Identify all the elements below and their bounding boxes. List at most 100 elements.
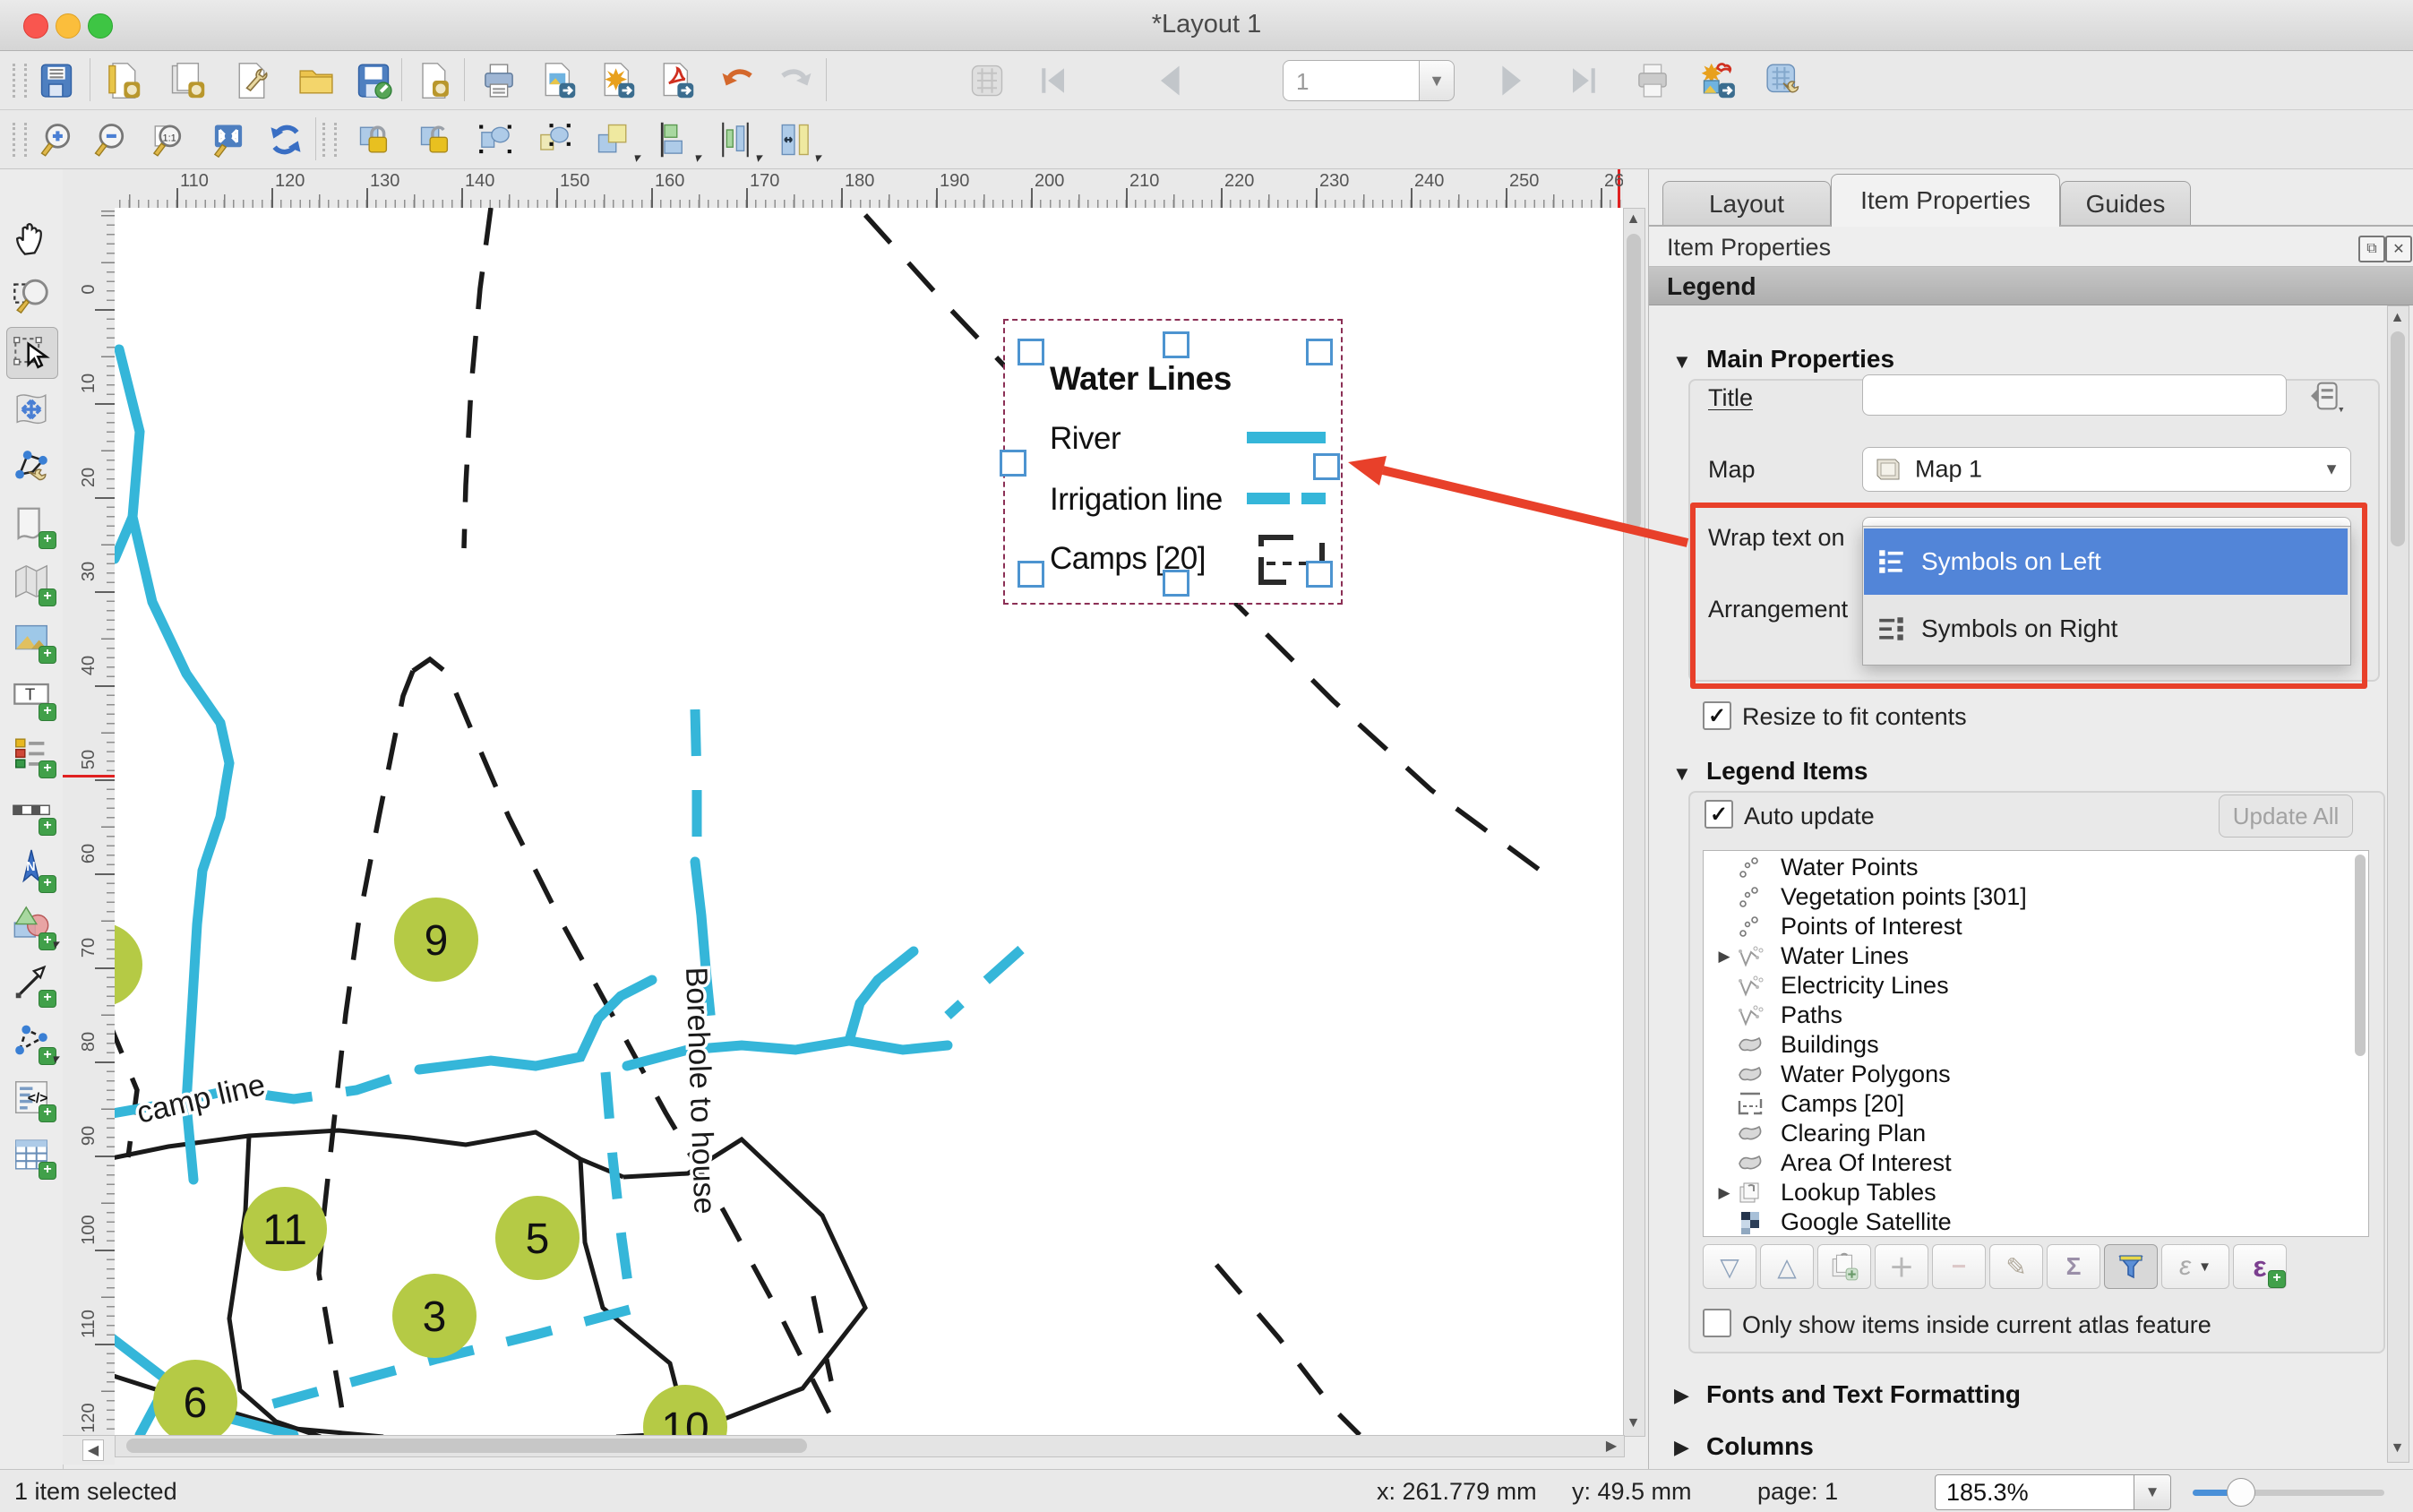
save-as-template-button[interactable] bbox=[349, 56, 398, 105]
toolbar-grip[interactable] bbox=[13, 123, 27, 157]
add-item-button[interactable]: ＋ bbox=[1875, 1244, 1928, 1289]
expand-columns-icon[interactable]: ▶ bbox=[1674, 1436, 1689, 1459]
select-move-item-tool-button[interactable] bbox=[6, 327, 58, 379]
float-panel-icon[interactable]: ⧉ bbox=[2358, 236, 2385, 262]
selection-handle[interactable] bbox=[1163, 331, 1189, 358]
export-atlas-button[interactable] bbox=[1695, 56, 1743, 105]
legend-item-row[interactable]: Points of Interest bbox=[1704, 912, 2368, 941]
print-atlas-button[interactable] bbox=[1628, 56, 1677, 105]
legend-item-row[interactable]: Water Points bbox=[1704, 853, 2368, 882]
tab-layout[interactable]: Layout bbox=[1662, 181, 1831, 227]
move-content-tool-button[interactable] bbox=[6, 384, 56, 434]
expand-fonts-icon[interactable]: ▶ bbox=[1674, 1384, 1689, 1407]
legend-items-list[interactable]: Water PointsVegetation points [301]Point… bbox=[1703, 850, 2369, 1237]
selection-handle[interactable] bbox=[1018, 339, 1044, 365]
auto-update-checkbox[interactable]: ✓ bbox=[1705, 800, 1733, 829]
resize-to-fit-checkbox[interactable]: ✓ bbox=[1703, 701, 1731, 730]
atlas-page-dropdown[interactable]: ▼ bbox=[1419, 60, 1455, 101]
add-legend-button[interactable]: + bbox=[6, 728, 56, 778]
toolbar-grip[interactable] bbox=[322, 123, 337, 157]
add-map-button[interactable]: + bbox=[6, 556, 56, 606]
expand-icon[interactable]: ▶ bbox=[1713, 1184, 1736, 1202]
collapse-main-properties-icon[interactable]: ▼ bbox=[1672, 350, 1692, 374]
export-image-button[interactable] bbox=[534, 56, 582, 105]
map-select-combo[interactable]: Map 1 ▼ bbox=[1862, 447, 2351, 492]
columns-section-header[interactable]: Columns bbox=[1706, 1432, 1814, 1461]
zoom-level-combo[interactable]: 185.3% bbox=[1935, 1474, 2135, 1510]
add-items-from-template-button[interactable] bbox=[408, 56, 457, 105]
selection-handle[interactable] bbox=[1306, 339, 1333, 365]
move-item-down-button[interactable]: ▽ bbox=[1703, 1244, 1756, 1289]
zoom-tool-button[interactable] bbox=[6, 270, 56, 320]
export-pdf-button[interactable] bbox=[652, 56, 700, 105]
resize-items-button[interactable]: ▾ bbox=[770, 116, 819, 164]
scroll-right-icon[interactable]: ▶ bbox=[1601, 1436, 1622, 1455]
redo-button[interactable] bbox=[772, 56, 820, 105]
zoom-out-button[interactable] bbox=[86, 116, 134, 164]
legend-title-input[interactable] bbox=[1862, 374, 2287, 416]
close-panel-icon[interactable]: ✕ bbox=[2385, 236, 2412, 262]
zoom-dropdown-icon[interactable]: ▼ bbox=[2134, 1474, 2171, 1510]
layout-manager-button[interactable] bbox=[228, 56, 276, 105]
previous-feature-button[interactable] bbox=[1146, 56, 1195, 105]
group-items-button[interactable] bbox=[471, 116, 520, 164]
distribute-items-button[interactable]: ▾ bbox=[711, 116, 760, 164]
fonts-section-header[interactable]: Fonts and Text Formatting bbox=[1706, 1380, 2021, 1409]
count-features-button[interactable]: Σ bbox=[2047, 1244, 2100, 1289]
print-button[interactable] bbox=[475, 56, 523, 105]
add-picture-button[interactable]: + bbox=[6, 614, 56, 664]
add-page-button[interactable]: + bbox=[6, 499, 56, 549]
add-arrow-button[interactable]: + bbox=[6, 958, 56, 1008]
scroll-down-icon[interactable]: ▼ bbox=[2388, 1439, 2407, 1458]
canvas-vertical-scrollbar[interactable]: ▲ ▼ bbox=[1623, 208, 1645, 1437]
unlock-items-button[interactable] bbox=[412, 116, 460, 164]
selection-handle[interactable] bbox=[1018, 561, 1044, 588]
scrollbar-thumb[interactable] bbox=[126, 1439, 807, 1453]
canvas-horizontal-scrollbar[interactable]: ▶ bbox=[115, 1435, 1625, 1457]
scrollbar-thumb[interactable] bbox=[1627, 234, 1641, 529]
open-layout-button[interactable] bbox=[292, 56, 340, 105]
legend-item-row[interactable]: Camps [20] bbox=[1704, 1089, 2368, 1119]
legend-item-row[interactable]: Vegetation points [301] bbox=[1704, 882, 2368, 912]
zoom-slider-thumb[interactable] bbox=[2227, 1478, 2255, 1507]
tab-guides[interactable]: Guides bbox=[2060, 181, 2191, 227]
scroll-down-icon[interactable]: ▼ bbox=[1624, 1413, 1643, 1434]
atlas-settings-button[interactable] bbox=[1759, 56, 1808, 105]
add-node-item-button[interactable]: +▾ bbox=[6, 1015, 56, 1065]
pan-tool-button[interactable] bbox=[6, 212, 56, 262]
align-items-button[interactable]: ▾ bbox=[650, 116, 699, 164]
move-item-up-button[interactable]: △ bbox=[1760, 1244, 1814, 1289]
legend-item-row[interactable]: Buildings bbox=[1704, 1030, 2368, 1060]
add-group-button[interactable] bbox=[1817, 1244, 1871, 1289]
tab-item-properties[interactable]: Item Properties bbox=[1831, 174, 2060, 227]
scroll-up-icon[interactable]: ▲ bbox=[2388, 308, 2407, 328]
atlas-page-input[interactable]: 1 bbox=[1283, 60, 1421, 101]
zoom-full-button[interactable] bbox=[204, 116, 253, 164]
expression-button[interactable]: ε+ bbox=[2233, 1244, 2287, 1289]
panel-scrollbar[interactable]: ▲ ▼ bbox=[2387, 305, 2409, 1463]
save-project-button[interactable] bbox=[32, 56, 81, 105]
scroll-left-icon[interactable]: ◀ bbox=[82, 1439, 104, 1461]
add-label-button[interactable]: T+ bbox=[6, 671, 56, 721]
scroll-up-icon[interactable]: ▲ bbox=[1624, 209, 1643, 230]
raise-items-button[interactable]: ▾ bbox=[589, 116, 638, 164]
zoom-in-button[interactable] bbox=[32, 116, 81, 164]
layout-page[interactable]: camp line Borehole to house 9 11 5 3 6 1… bbox=[115, 208, 1623, 1435]
dropdown-option-symbols-right[interactable]: Symbols on Right bbox=[1864, 596, 2348, 662]
update-all-button[interactable]: Update All bbox=[2219, 795, 2353, 838]
ungroup-items-button[interactable] bbox=[530, 116, 579, 164]
legend-item-row[interactable]: Area Of Interest bbox=[1704, 1148, 2368, 1178]
export-svg-button[interactable] bbox=[593, 56, 641, 105]
data-defined-override-button[interactable] bbox=[2299, 377, 2357, 415]
add-north-arrow-button[interactable]: N+ bbox=[6, 843, 56, 893]
duplicate-layout-button[interactable] bbox=[163, 56, 211, 105]
atlas-preview-button[interactable] bbox=[963, 56, 1011, 105]
legend-item-row[interactable]: ▶Water Lines bbox=[1704, 941, 2368, 971]
add-table-button[interactable]: + bbox=[6, 1130, 56, 1180]
expand-icon[interactable]: ▶ bbox=[1713, 948, 1736, 966]
next-feature-button[interactable] bbox=[1487, 56, 1535, 105]
new-layout-button[interactable] bbox=[99, 56, 147, 105]
last-feature-button[interactable] bbox=[1559, 56, 1607, 105]
legend-item-row[interactable]: ▶Lookup Tables bbox=[1704, 1178, 2368, 1207]
filter-by-expression-button[interactable]: ε▼ bbox=[2161, 1244, 2229, 1289]
